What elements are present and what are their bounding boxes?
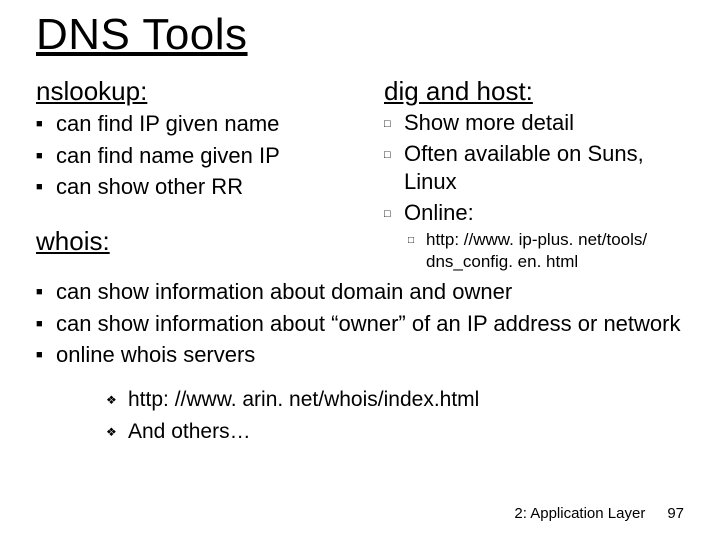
list-item: ■ can show other RR [36,172,366,202]
nslookup-list: ■ can find IP given name ■ can find name… [36,109,366,202]
list-item-text: can show other RR [56,172,243,202]
page-title: DNS Tools [36,10,684,60]
dighost-heading: dig and host: [384,76,684,107]
list-item: ■ online whois servers [36,340,684,370]
list-item-text: Online: [404,199,474,228]
two-column-area: nslookup: ■ can find IP given name ■ can… [36,74,684,273]
hollow-square-icon: □ [408,229,426,248]
filled-square-icon: ■ [36,141,56,164]
list-item: □ Show more detail [384,109,684,138]
whois-list: ■ can show information about domain and … [36,277,684,370]
list-item-text: can find name given IP [56,141,280,171]
list-item: □ Often available on Suns, Linux [384,140,684,197]
hollow-square-icon: □ [384,199,404,221]
dighost-sub-list: □ http: //www. ip-plus. net/tools/ dns_c… [384,229,684,272]
whois-sub-list: ❖ http: //www. arin. net/whois/index.htm… [36,386,684,447]
hollow-square-icon: □ [384,109,404,131]
footer: 2: Application Layer 97 [514,505,684,522]
filled-square-icon: ■ [36,309,56,332]
right-column: dig and host: □ Show more detail □ Often… [384,74,684,273]
list-item: ■ can show information about “owner” of … [36,309,684,339]
slide: DNS Tools nslookup: ■ can find IP given … [0,0,720,540]
list-item: ■ can find name given IP [36,141,366,171]
list-item: ■ can show information about domain and … [36,277,684,307]
list-item: ❖ http: //www. arin. net/whois/index.htm… [106,386,684,414]
list-item-text: http: //www. ip-plus. net/tools/ dns_con… [426,229,684,272]
list-item-text: can find IP given name [56,109,279,139]
list-item: ■ can find IP given name [36,109,366,139]
footer-section: 2: Application Layer [514,505,645,522]
hollow-square-icon: □ [384,140,404,162]
list-item-text: And others… [128,418,251,446]
list-item-text: Show more detail [404,109,574,138]
left-column: nslookup: ■ can find IP given name ■ can… [36,74,366,273]
filled-square-icon: ■ [36,172,56,195]
diamond-icon: ❖ [106,418,128,440]
filled-square-icon: ■ [36,340,56,363]
dighost-list: □ Show more detail □ Often available on … [384,109,684,227]
list-item-text: Often available on Suns, Linux [404,140,684,197]
list-item: ❖ And others… [106,418,684,446]
list-item-text: can show information about domain and ow… [56,277,512,307]
list-item-text: http: //www. arin. net/whois/index.html [128,386,479,414]
list-item: □ Online: [384,199,684,228]
whois-heading: whois: [36,226,366,257]
list-item: □ http: //www. ip-plus. net/tools/ dns_c… [408,229,684,272]
diamond-icon: ❖ [106,386,128,408]
nslookup-heading: nslookup: [36,76,366,107]
list-item-text: can show information about “owner” of an… [56,309,680,339]
list-item-text: online whois servers [56,340,255,370]
filled-square-icon: ■ [36,109,56,132]
page-number: 97 [667,505,684,522]
filled-square-icon: ■ [36,277,56,300]
